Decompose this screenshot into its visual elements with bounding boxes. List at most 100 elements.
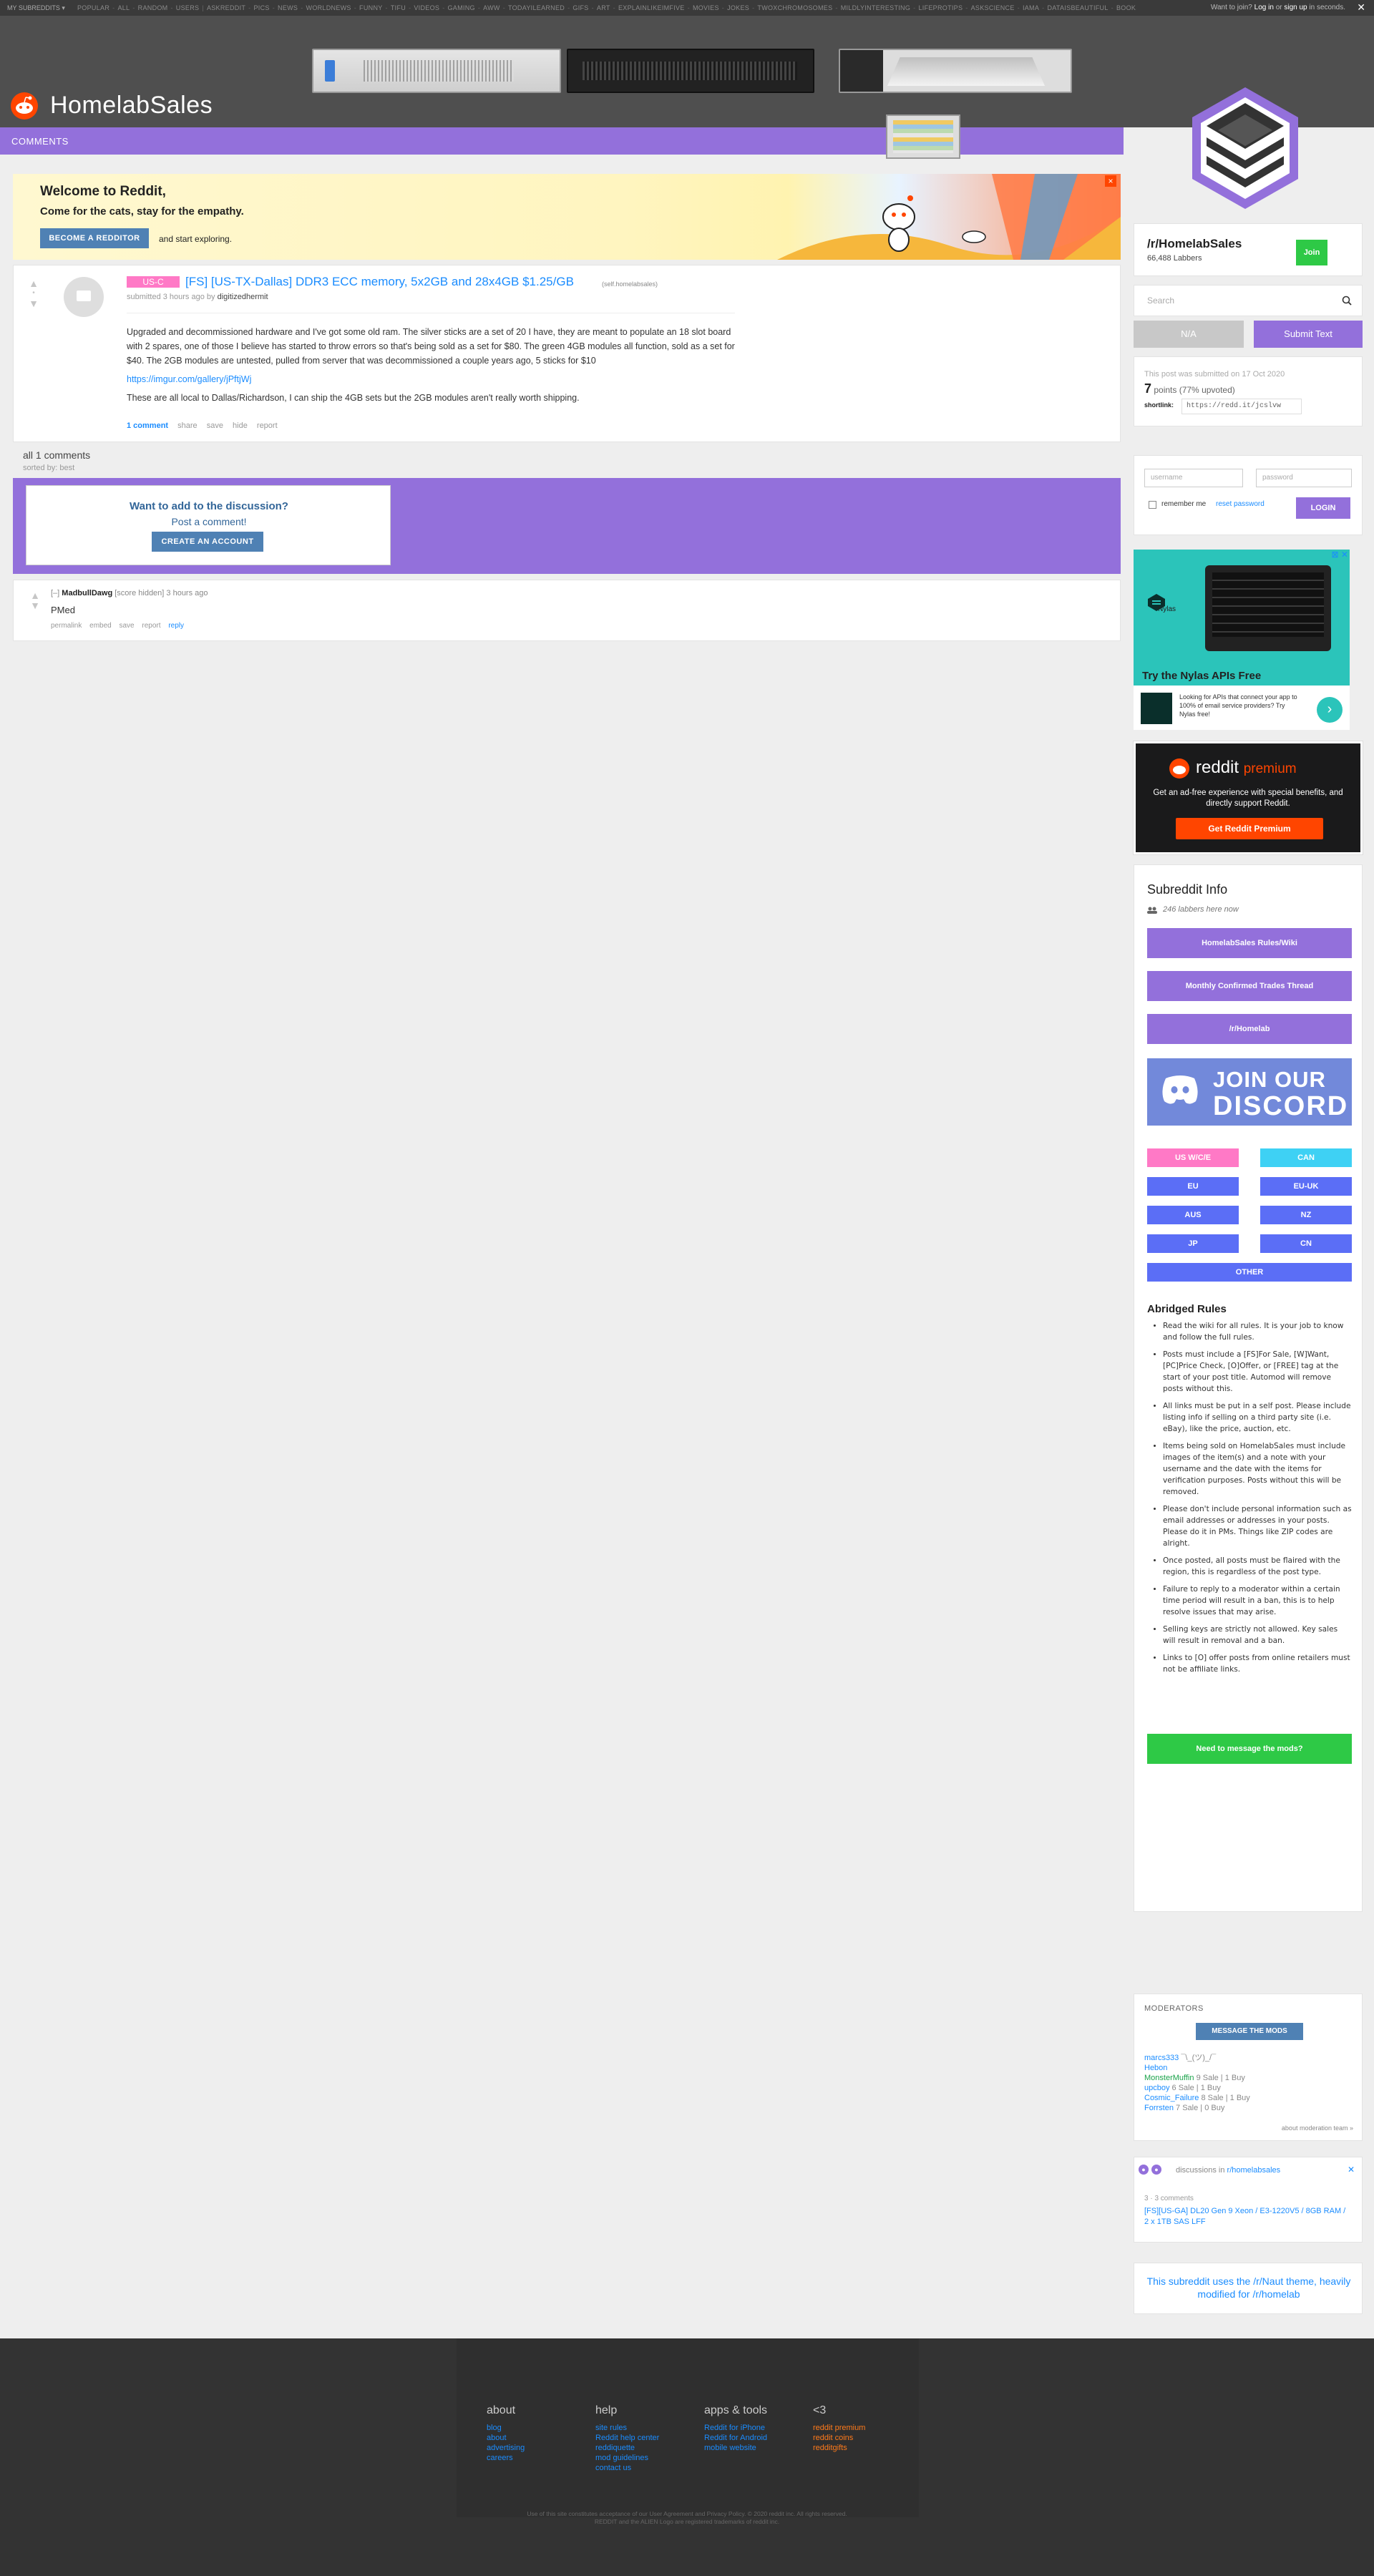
moderator-name[interactable]: upcboy <box>1144 2084 1169 2092</box>
footer-link[interactable]: mod guidelines <box>595 2453 659 2463</box>
permalink-link[interactable]: permalink <box>51 622 82 630</box>
reset-password-link[interactable]: reset password <box>1216 500 1265 508</box>
subreddit-link[interactable]: EXPLAINLIKEIMFIVE <box>618 4 685 11</box>
footer-link[interactable]: Reddit for iPhone <box>704 2423 767 2433</box>
tab-comments[interactable]: COMMENTS <box>11 136 69 147</box>
region-other-button[interactable]: OTHER <box>1147 1263 1352 1282</box>
remember-me-checkbox[interactable] <box>1149 501 1156 509</box>
create-account-button[interactable]: CREATE AN ACCOUNT <box>152 532 263 552</box>
moderator-name[interactable]: Forrsten <box>1144 2104 1174 2112</box>
shortlink-field[interactable]: https://redd.it/jcslvw <box>1181 399 1302 414</box>
subreddit-link[interactable]: LIFEPROTIPS <box>918 4 963 11</box>
subreddit-link[interactable]: PICS <box>253 4 269 11</box>
upvote-icon[interactable]: ▲ <box>28 590 42 600</box>
moderation-team-link[interactable]: about moderation team » <box>1282 2124 1353 2132</box>
downvote-icon[interactable]: ▼ <box>26 298 41 308</box>
subreddit-link[interactable]: RANDOM <box>138 4 168 11</box>
post-comment-link[interactable]: Post a comment! <box>26 516 391 527</box>
discord-button[interactable]: JOIN OUR DISCORD <box>1147 1058 1352 1126</box>
footer-link[interactable]: mobile website <box>704 2443 767 2453</box>
moderator-name[interactable]: Hebon <box>1144 2064 1167 2072</box>
subreddit-link[interactable]: NEWS <box>278 4 298 11</box>
subreddit-link[interactable]: ASKREDDIT <box>207 4 245 11</box>
region-can-button[interactable]: CAN <box>1260 1148 1352 1167</box>
get-premium-button[interactable]: Get Reddit Premium <box>1176 818 1323 839</box>
ad-title[interactable]: Try the Nylas APIs Free <box>1142 670 1261 682</box>
footer-link[interactable]: careers <box>487 2453 525 2463</box>
site-logo[interactable]: HomelabSales <box>10 87 225 123</box>
subreddit-link[interactable]: ART <box>597 4 610 11</box>
hide-link[interactable]: hide <box>233 421 248 430</box>
footer-link[interactable]: reddiquette <box>595 2443 659 2453</box>
subreddit-link[interactable]: TODAYILEARNED <box>508 4 565 11</box>
footer-link[interactable]: reddit premium <box>813 2423 865 2433</box>
footer-link[interactable]: advertising <box>487 2443 525 2453</box>
footer-link[interactable]: contact us <box>595 2463 659 2473</box>
my-subreddits-dropdown[interactable]: MY SUBREDDITS ▾ <box>7 4 65 12</box>
report-link[interactable]: report <box>257 421 278 430</box>
footer-link[interactable]: Reddit for Android <box>704 2433 767 2443</box>
subreddit-link[interactable]: ASKSCIENCE <box>971 4 1015 11</box>
submit-text-button[interactable]: Submit Text <box>1254 321 1363 348</box>
subreddit-link[interactable]: GAMING <box>448 4 475 11</box>
downvote-icon[interactable]: ▼ <box>28 600 42 610</box>
login-link[interactable]: Log in <box>1254 4 1274 11</box>
region-eu-button[interactable]: EU <box>1147 1177 1239 1196</box>
region-nz-button[interactable]: NZ <box>1260 1206 1352 1224</box>
footer-link[interactable]: reddit coins <box>813 2433 865 2443</box>
discussion-link[interactable]: [FS][US-GA] DL20 Gen 9 Xeon / E3-1220V5 … <box>1144 2206 1352 2228</box>
subreddit-link[interactable]: USERS <box>176 4 200 11</box>
subreddit-link[interactable]: AWW <box>483 4 500 11</box>
subreddit-link[interactable]: BOOKS <box>1116 4 1136 11</box>
join-button[interactable]: Join <box>1296 240 1327 265</box>
username-field[interactable]: username <box>1144 469 1243 487</box>
share-link[interactable]: share <box>177 421 198 430</box>
subreddit-link[interactable]: JOKES <box>727 4 749 11</box>
close-icon[interactable]: × <box>1105 175 1116 187</box>
subreddit-link[interactable]: ALL <box>117 4 130 11</box>
homelab-link-button[interactable]: /r/Homelab <box>1147 1014 1352 1044</box>
chevron-right-icon[interactable]: › <box>1317 697 1343 723</box>
moderator-name[interactable]: MonsterMuffin <box>1144 2074 1194 2082</box>
footer-link[interactable]: redditgifts <box>813 2443 865 2453</box>
advertisement[interactable]: ⊠ ✕ Nylas Try the Nylas APIs Free Lookin… <box>1134 550 1350 730</box>
self-post-thumbnail-icon[interactable] <box>64 277 104 317</box>
moderator-name[interactable]: marcs333 <box>1144 2054 1179 2062</box>
post-title[interactable]: [FS] [US-TX-Dallas] DDR3 ECC memory, 5x2… <box>185 275 574 289</box>
region-aus-button[interactable]: AUS <box>1147 1206 1239 1224</box>
footer-link[interactable]: blog <box>487 2423 525 2433</box>
post-author[interactable]: digitizedhermit <box>218 293 268 301</box>
signup-link[interactable]: sign up <box>1284 4 1307 11</box>
subreddit-link[interactable]: DATAISBEAUTIFUL <box>1047 4 1108 11</box>
region-jp-button[interactable]: JP <box>1147 1234 1239 1253</box>
theme-credit[interactable]: This subreddit uses the /r/Naut theme, h… <box>1141 2275 1356 2301</box>
footer-link[interactable]: about <box>487 2433 525 2443</box>
login-button[interactable]: LOGIN <box>1296 497 1350 519</box>
subreddit-link[interactable]: MOVIES <box>693 4 719 11</box>
search-icon[interactable] <box>1342 296 1352 306</box>
save-link[interactable]: save <box>120 622 135 630</box>
close-icon[interactable]: ✕ <box>1357 1 1365 14</box>
sorted-by-dropdown[interactable]: sorted by: best <box>23 464 74 472</box>
moderator-name[interactable]: Cosmic_Failure <box>1144 2094 1199 2102</box>
upvote-icon[interactable]: ▲ <box>26 278 41 288</box>
password-field[interactable]: password <box>1256 469 1352 487</box>
message-mods-button[interactable]: Need to message the mods? <box>1147 1734 1352 1764</box>
region-cn-button[interactable]: CN <box>1260 1234 1352 1253</box>
discussions-sub-link[interactable]: r/homelabsales <box>1227 2166 1281 2175</box>
collapse-toggle[interactable]: [–] <box>51 589 59 597</box>
subreddit-name[interactable]: /r/HomelabSales <box>1147 237 1242 251</box>
na-button[interactable]: N/A <box>1134 321 1244 348</box>
report-link[interactable]: report <box>142 622 160 630</box>
subreddit-link[interactable]: POPULAR <box>77 4 109 11</box>
subreddit-link[interactable]: TWOXCHROMOSOMES <box>757 4 832 11</box>
footer-link[interactable]: Reddit help center <box>595 2433 659 2443</box>
search-input[interactable]: Search <box>1134 285 1363 316</box>
become-redditor-button[interactable]: BECOME A REDDITOR <box>40 228 149 248</box>
save-link[interactable]: save <box>207 421 223 430</box>
subreddit-link[interactable]: MILDLYINTERESTING <box>841 4 910 11</box>
rules-wiki-button[interactable]: HomelabSales Rules/Wiki <box>1147 928 1352 958</box>
comments-link[interactable]: 1 comment <box>127 421 168 430</box>
subreddit-link[interactable]: IAMA <box>1023 4 1039 11</box>
subreddit-link[interactable]: TIFU <box>391 4 406 11</box>
